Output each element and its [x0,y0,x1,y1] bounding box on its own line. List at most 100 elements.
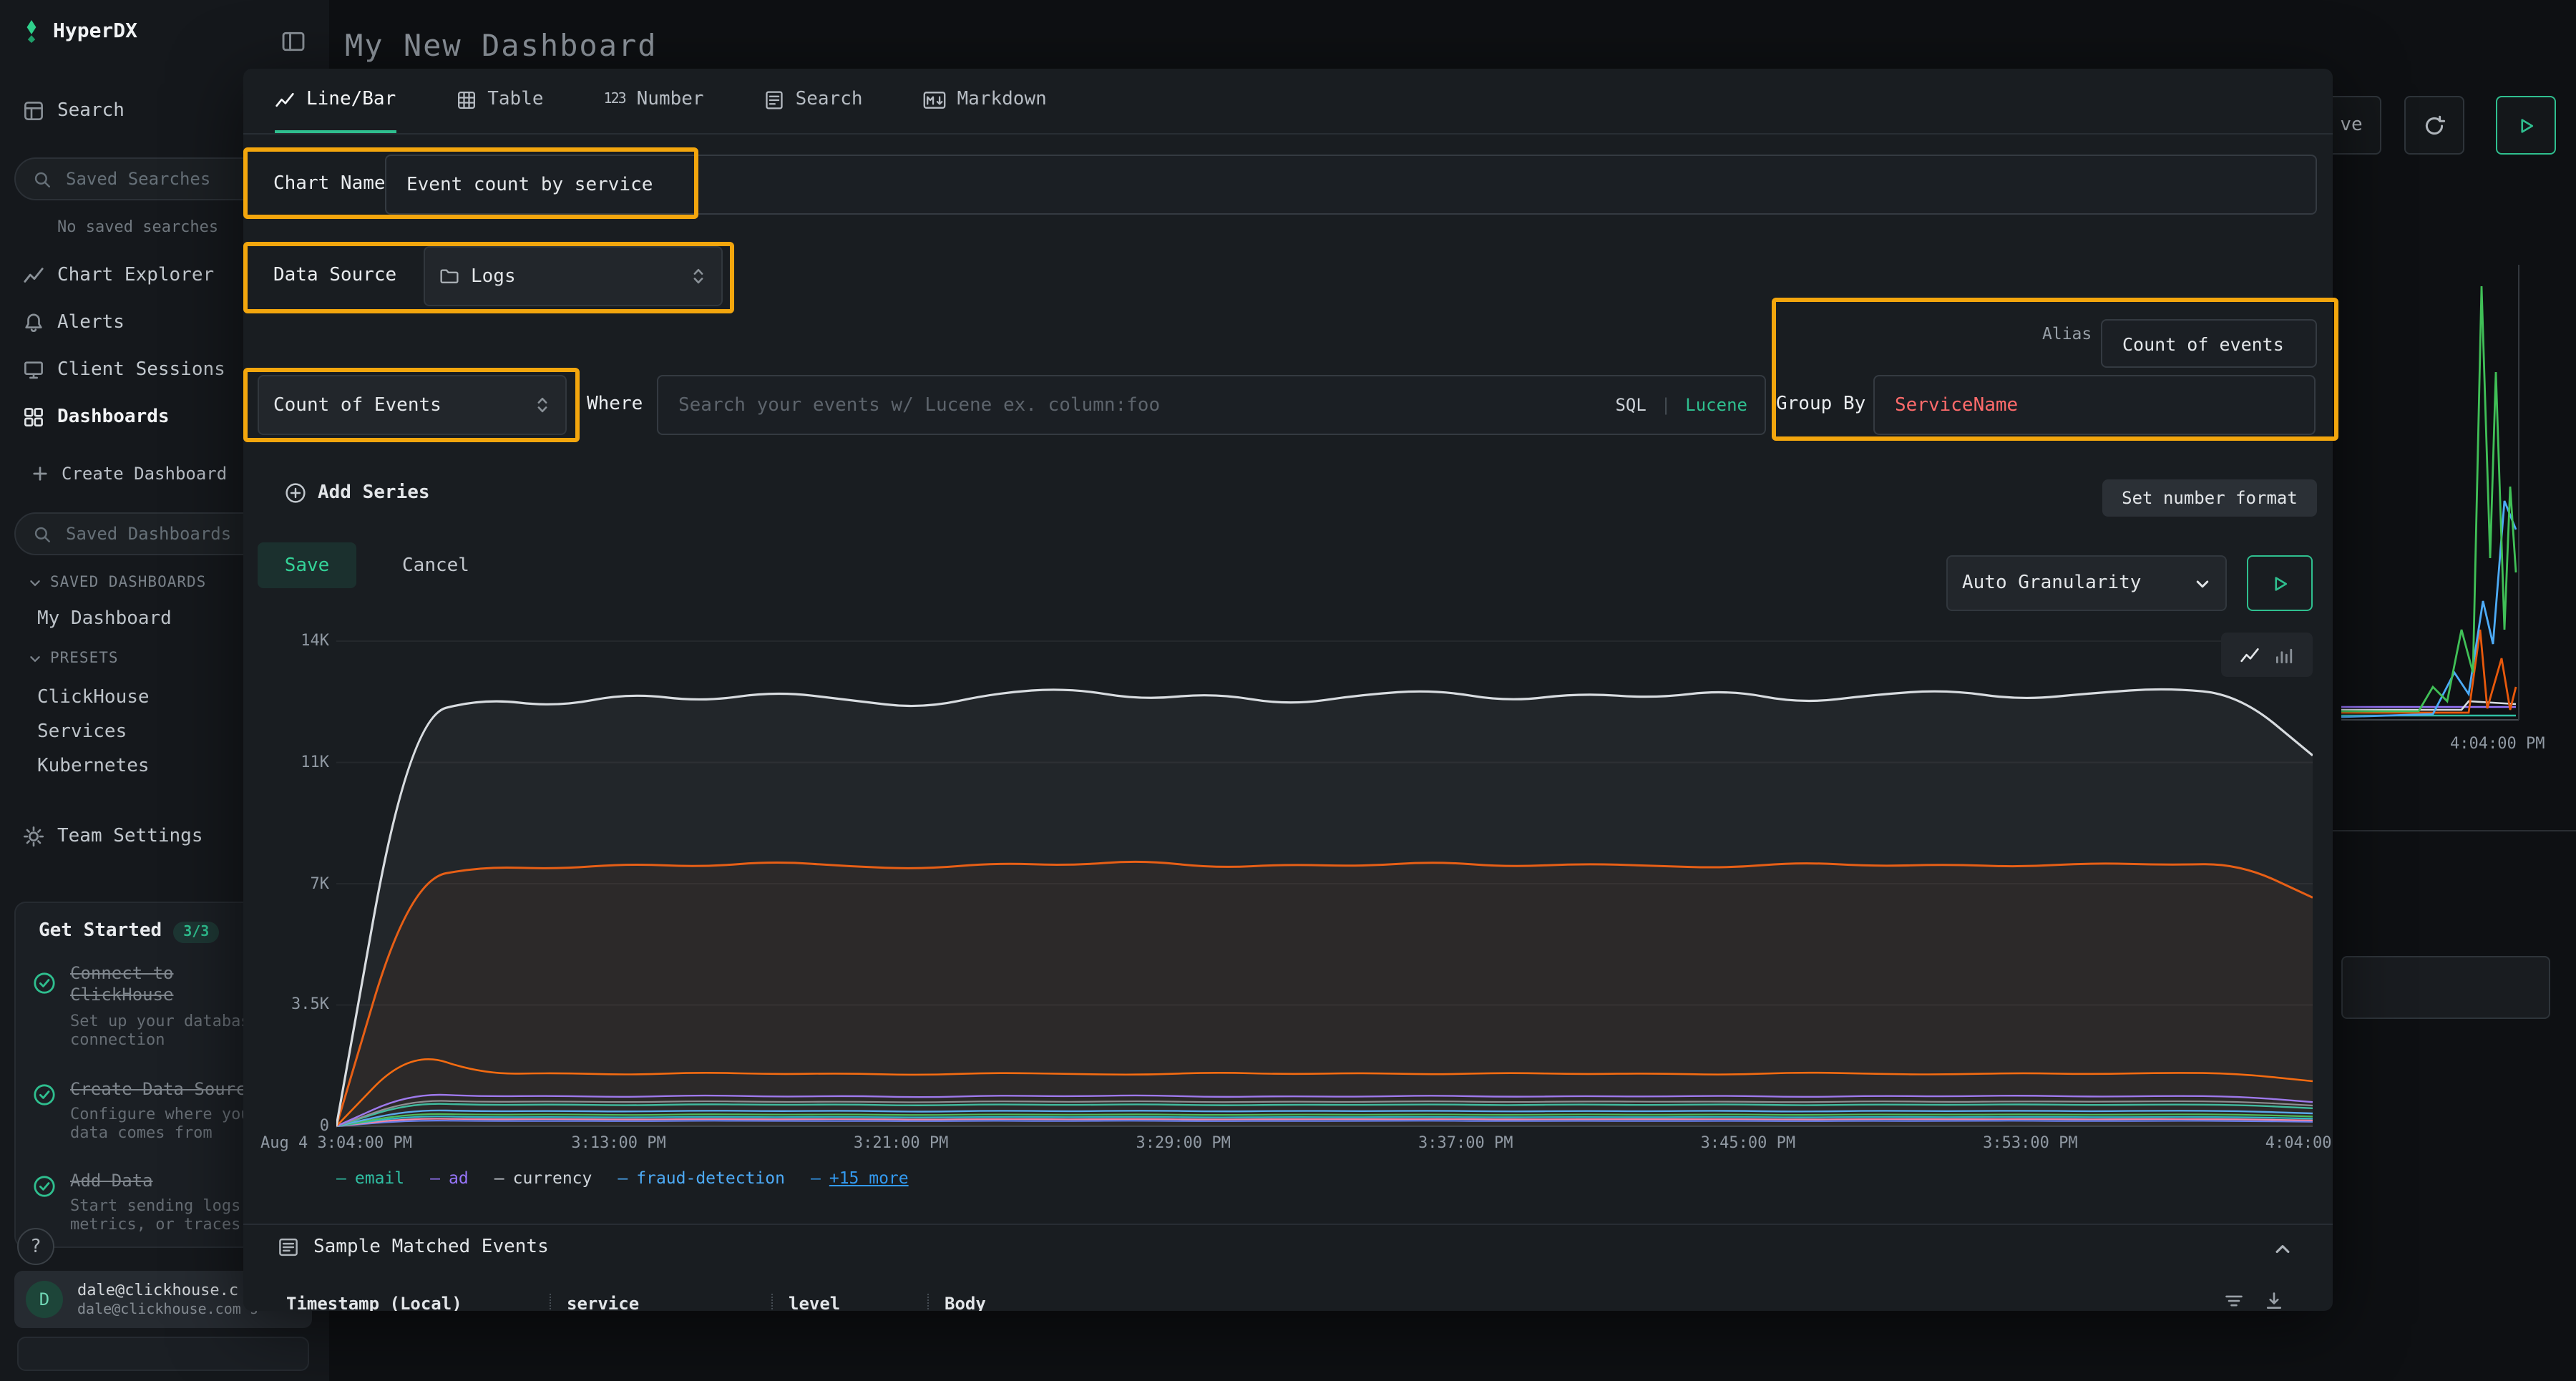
sidebar-item-label: Dashboards [57,406,170,428]
aggregation-select[interactable]: Count of Events [258,375,567,435]
set-number-format-button[interactable]: Set number format [2102,479,2317,517]
bar-chart-toggle-icon[interactable] [2274,645,2294,665]
y-tick-label: 14K [301,631,329,650]
sql-toggle[interactable]: SQL [1615,395,1646,415]
legend-label: ad [449,1168,469,1188]
check-circle-icon [33,1175,56,1198]
run-chart-button[interactable] [2247,555,2313,611]
section-label: PRESETS [50,650,119,667]
sidebar-item-my-dashboard[interactable]: My Dashboard [37,608,172,630]
granularity-select[interactable]: Auto Granularity [1946,555,2227,611]
chart-type-toggle[interactable] [2221,633,2313,677]
collapse-section-button[interactable] [2273,1239,2293,1259]
background-chart-time-label: 4:04:00 PM [2450,734,2545,753]
column-header-level[interactable]: level [789,1294,840,1311]
tab-label: Search [796,89,863,110]
tab-table[interactable]: Table [456,69,543,133]
select-chevrons-icon [690,266,707,286]
get-started-item-title[interactable]: Connect to ClickHouse [70,963,230,1006]
tab-search[interactable]: Search [764,69,863,133]
alias-input[interactable] [2119,331,2298,356]
legend-dash: — [618,1168,628,1188]
editor-tabs: Line/Bar Table 123 Number Search Markdow… [243,69,2333,135]
group-by-input[interactable] [1892,393,2297,417]
saved-dashboards-section[interactable]: SAVED DASHBOARDS [29,574,206,591]
column-separator [927,1294,929,1311]
presets-section[interactable]: PRESETS [29,650,119,667]
magnifier-icon [33,170,52,188]
lucene-toggle[interactable]: Lucene [1685,395,1747,415]
bottom-panel [17,1337,309,1371]
bell-icon [23,312,44,333]
data-source-label: Data Source [273,246,396,306]
sidebar-item-clickhouse[interactable]: ClickHouse [37,687,150,708]
sidebar-item-label: Team Settings [57,826,203,847]
row-options-icon[interactable] [2224,1291,2244,1311]
run-query-button[interactable] [2496,96,2556,155]
legend-more-link[interactable]: —+15 more [811,1168,909,1188]
where-input[interactable] [675,393,1601,417]
gear-icon [23,826,44,847]
data-source-select[interactable]: Logs [424,246,723,306]
create-dashboard-label: Create Dashboard [62,464,227,484]
sidebar-item-services[interactable]: Services [37,721,127,743]
legend-dash: — [430,1168,440,1188]
sidebar-item-alerts[interactable]: Alerts [23,312,125,333]
line-chart-icon [23,265,44,286]
tab-markdown[interactable]: Markdown [923,69,1047,133]
refresh-button[interactable] [2404,96,2464,155]
column-header-service[interactable]: service [567,1294,639,1311]
legend-item[interactable]: — ad [430,1168,469,1188]
plus-circle-icon [285,482,306,504]
user-name: dale@clickhouse.c [77,1281,238,1299]
cancel-button[interactable]: Cancel [395,542,477,588]
legend-label: email [355,1168,404,1188]
main-chart [336,635,2313,1128]
sidebar-item-dashboards[interactable]: Dashboards [23,406,170,428]
create-dashboard-button[interactable]: Create Dashboard [31,464,227,484]
saved-dashboards-field[interactable] [63,522,240,545]
tab-label: Number [637,89,704,110]
sidebar-item-team-settings[interactable]: Team Settings [23,826,203,847]
help-button[interactable]: ? [17,1228,54,1265]
chart-x-axis: Aug 4 3:04:00 PM3:13:00 PM3:21:00 PM3:29… [336,1133,2313,1156]
get-started-item-title[interactable]: Add Data [70,1171,153,1192]
column-separator [550,1294,551,1311]
sidebar-item-kubernetes[interactable]: Kubernetes [37,756,150,777]
line-chart-toggle-icon[interactable] [2240,645,2260,665]
check-circle-icon [33,972,56,995]
sidebar-item-client-sessions[interactable]: Client Sessions [23,359,225,381]
magnifier-icon [33,524,52,543]
saved-searches-field[interactable] [63,167,240,190]
legend-item[interactable]: —fraud-detection [618,1168,785,1188]
tab-line-bar[interactable]: Line/Bar [275,69,396,133]
chevron-down-icon [29,576,42,589]
x-tick-label: 3:53:00 PM [1983,1133,2077,1152]
sidebar-item-chart-explorer[interactable]: Chart Explorer [23,265,214,286]
group-by-label: Group By [1776,375,1865,435]
hyperdx-logo-icon [20,20,43,43]
dashboards-grid-icon [23,406,44,428]
x-tick-label: 3:37:00 PM [1418,1133,1513,1152]
download-icon[interactable] [2264,1291,2284,1311]
column-header-timestamp[interactable]: Timestamp (Local) [286,1294,462,1311]
legend-item[interactable]: —email [336,1168,404,1188]
add-series-button[interactable]: Add Series [285,482,430,504]
tab-number[interactable]: 123 Number [604,69,704,133]
chart-name-input[interactable] [404,172,2298,197]
sidebar-collapse-button[interactable] [280,29,306,54]
get-started-item-title[interactable]: Create Data Source [70,1079,256,1101]
brand[interactable]: HyperDX [20,20,137,43]
granularity-value: Auto Granularity [1962,572,2141,594]
sample-events-header[interactable]: Sample Matched Events [278,1236,549,1258]
aggregation-value: Count of Events [273,394,441,416]
x-tick-label: 3:13:00 PM [571,1133,665,1152]
where-inputbox: SQL | Lucene [657,375,1766,435]
column-header-body[interactable]: Body [945,1294,986,1311]
save-button[interactable]: Save [258,542,356,588]
legend-label: +15 more [829,1168,909,1188]
legend-item[interactable]: —currency [494,1168,592,1188]
legend-dash: — [494,1168,504,1188]
background-input[interactable] [2341,956,2550,1019]
sidebar-item-search[interactable]: Search [23,100,125,122]
